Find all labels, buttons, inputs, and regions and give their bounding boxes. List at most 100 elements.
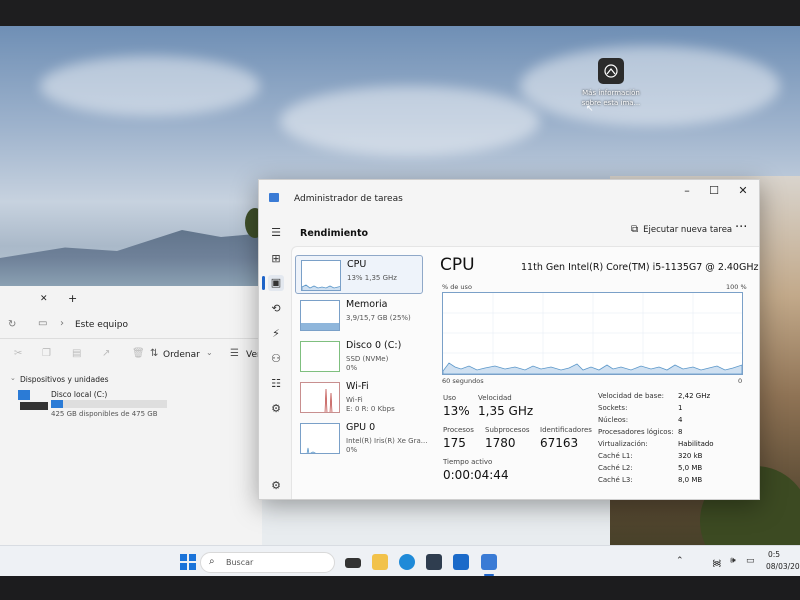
nav-active-indicator	[262, 276, 265, 290]
drive-name[interactable]: Disco local (C:)	[51, 390, 107, 399]
speed-label: Velocidad	[478, 394, 512, 402]
speed-value: 1,35 GHz	[478, 404, 534, 418]
copy-icon[interactable]: ❐	[42, 348, 51, 359]
startup-apps-icon[interactable]: ⚡	[268, 326, 284, 342]
cpu-sparkline	[301, 260, 341, 291]
cut-icon[interactable]: ✂	[14, 348, 22, 359]
divider	[0, 338, 262, 339]
resource-item-memory[interactable]: Memoria 3,9/15,7 GB (25%)	[295, 296, 423, 335]
mountains	[0, 230, 260, 286]
memory-fill	[301, 322, 339, 330]
edge-taskbar-icon[interactable]	[399, 554, 415, 570]
task-manager-window[interactable]: Administrador de tareas – ☐ ✕ ☰ ⊞ ▣ ⟲ ⚡ …	[258, 179, 760, 500]
monitor-icon: ▭	[38, 318, 48, 329]
maximize-button[interactable]: ☐	[700, 182, 728, 200]
graph-x-end: 0	[738, 377, 743, 385]
tab-close-button[interactable]: ✕	[40, 294, 48, 304]
battery-icon[interactable]: ▭	[746, 556, 755, 566]
new-tab-button[interactable]: +	[68, 292, 77, 305]
processes-icon[interactable]: ⊞	[268, 251, 284, 267]
section-title: Rendimiento	[300, 228, 369, 239]
cloud	[40, 56, 260, 116]
details-icon[interactable]: ☷	[268, 376, 284, 392]
more-options-button[interactable]: ···	[735, 220, 747, 235]
info-value: Habilitado	[678, 440, 714, 448]
paste-icon[interactable]: ▤	[72, 348, 81, 359]
desktop[interactable]: Más información sobre esta ima... ↖ ✕ + …	[0, 26, 800, 576]
resource-item-cpu[interactable]: CPU 13% 1,35 GHz	[295, 255, 423, 294]
cloud	[280, 86, 540, 156]
info-label: Virtualización:	[598, 440, 648, 448]
share-icon[interactable]: ↗	[102, 348, 110, 359]
settings-icon[interactable]: ⚙	[268, 478, 284, 494]
resource-sub: SSD (NVMe)	[346, 355, 389, 363]
windows-logo-icon	[180, 554, 196, 570]
search-placeholder: Buscar	[226, 558, 254, 567]
outlook-taskbar-icon[interactable]	[453, 554, 469, 570]
chevron-up-icon[interactable]: ⌃	[676, 556, 684, 566]
minimize-button[interactable]: –	[673, 182, 701, 200]
task-view-button[interactable]	[345, 558, 361, 568]
refresh-icon[interactable]: ↻	[8, 319, 16, 330]
graph-x-label: 60 segundos	[442, 377, 484, 385]
processes-value: 175	[443, 436, 466, 450]
info-label: Núcleos:	[598, 416, 629, 424]
wifi-icon[interactable]: ᯼	[712, 556, 722, 569]
services-icon[interactable]: ⚙	[268, 401, 284, 417]
resource-name: Disco 0 (C:)	[346, 340, 402, 351]
uptime-label: Tiempo activo	[443, 458, 493, 466]
file-explorer-window[interactable]: ✕ + ↻ ▭ › Este equipo ✂ ❐ ▤ ↗ 🗑 ⇅ Ordena…	[0, 286, 262, 576]
sort-button[interactable]: Ordenar	[163, 350, 200, 360]
disk-sparkline	[300, 341, 340, 372]
info-value: 1	[678, 404, 683, 412]
store-taskbar-icon[interactable]	[426, 554, 442, 570]
hamburger-menu-icon[interactable]: ☰	[268, 225, 284, 241]
clock-date[interactable]: 08/03/20	[766, 562, 800, 571]
app-history-icon[interactable]: ⟲	[268, 301, 284, 317]
sort-icon: ⇅	[150, 348, 159, 359]
memory-sparkline	[300, 300, 340, 331]
delete-icon[interactable]: 🗑	[132, 348, 145, 359]
taskbar-search-box[interactable]: ⌕ Buscar	[200, 552, 335, 573]
info-label: Caché L3:	[598, 476, 633, 484]
windows-drive-icon	[18, 390, 30, 400]
cpu-usage-graph	[442, 292, 743, 375]
clock-time[interactable]: 0:5	[768, 550, 780, 559]
performance-icon[interactable]: ▣	[268, 275, 284, 291]
address-location[interactable]: Este equipo	[75, 320, 128, 330]
info-label: Procesadores lógicos:	[598, 428, 674, 436]
resource-sub: Wi-Fi	[346, 396, 363, 404]
info-value: 4	[678, 416, 683, 424]
resource-name: Memoria	[346, 299, 388, 310]
file-explorer-taskbar-icon[interactable]	[372, 554, 388, 570]
graph-y-max: 100 %	[726, 283, 747, 291]
resource-name: CPU	[347, 259, 367, 270]
info-label: Caché L1:	[598, 452, 633, 460]
cpu-model: 11th Gen Intel(R) Core(TM) i5-1135G7 @ 2…	[521, 262, 759, 273]
resource-sub: E: 0 R: 0 Kbps	[346, 405, 395, 413]
users-icon[interactable]: ⚇	[268, 351, 284, 367]
task-manager-taskbar-icon[interactable]	[481, 554, 497, 570]
run-new-task-button[interactable]: ⧉ Ejecutar nueva tarea	[631, 224, 732, 235]
cpu-usage-plot	[442, 293, 743, 375]
resource-name: GPU 0	[346, 422, 376, 433]
detail-title: CPU	[440, 255, 475, 275]
resource-sub: 3,9/15,7 GB (25%)	[346, 314, 411, 322]
info-value: 5,0 MB	[678, 464, 703, 472]
chevron-down-icon[interactable]: ⌄	[10, 374, 16, 382]
start-button[interactable]	[180, 554, 196, 570]
resource-sub: Intel(R) Iris(R) Xe Gra...	[346, 437, 428, 445]
info-value: 320 kB	[678, 452, 703, 460]
group-header[interactable]: Dispositivos y unidades	[20, 375, 109, 384]
resource-item-gpu[interactable]: GPU 0 Intel(R) Iris(R) Xe Gra... 0%	[295, 419, 427, 458]
info-desktop-icon[interactable]	[598, 58, 624, 84]
info-value: 8,0 MB	[678, 476, 703, 484]
chevron-right-icon: ›	[60, 318, 64, 329]
handles-label: Identificadores	[540, 426, 592, 434]
cloud	[520, 46, 780, 126]
close-button[interactable]: ✕	[729, 182, 757, 200]
volume-icon[interactable]: 🕪	[730, 556, 736, 566]
resource-item-wifi[interactable]: Wi-Fi Wi-Fi E: 0 R: 0 Kbps	[295, 378, 423, 417]
resource-item-disk[interactable]: Disco 0 (C:) SSD (NVMe) 0%	[295, 337, 423, 376]
mouse-cursor: ↖	[586, 104, 594, 114]
